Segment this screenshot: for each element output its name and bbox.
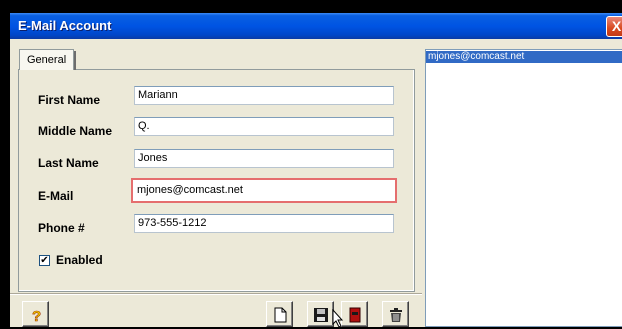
red-book-icon: [349, 307, 361, 323]
email-label: E-Mail: [38, 189, 74, 203]
email-field[interactable]: mjones@comcast.net: [131, 178, 397, 203]
middle-name-field[interactable]: Q.: [134, 117, 394, 136]
account-listbox[interactable]: mjones@comcast.net: [425, 49, 622, 327]
help-button[interactable]: ?: [22, 301, 49, 327]
title-bar[interactable]: E-Mail Account X: [10, 13, 622, 39]
enabled-checkbox[interactable]: ✔: [39, 255, 50, 266]
save-button[interactable]: [307, 301, 334, 327]
window-title: E-Mail Account: [18, 18, 112, 33]
toolbar-separator: [10, 293, 422, 295]
trash-can-icon: [390, 308, 402, 322]
new-record-button[interactable]: [266, 301, 293, 327]
last-name-label: Last Name: [38, 156, 99, 170]
last-name-field[interactable]: Jones: [134, 149, 394, 168]
close-window-button[interactable]: X: [606, 16, 622, 37]
mouse-pointer-icon: [332, 309, 344, 328]
phone-field[interactable]: 973-555-1212: [134, 214, 394, 233]
email-account-window: E-Mail Account X General First Name Mari…: [10, 13, 622, 328]
account-list-item[interactable]: mjones@comcast.net: [426, 51, 622, 63]
close-record-button[interactable]: [341, 301, 368, 327]
first-name-field[interactable]: Mariann: [134, 86, 394, 105]
phone-label: Phone #: [38, 221, 85, 235]
middle-name-label: Middle Name: [38, 124, 113, 138]
enabled-label[interactable]: Enabled: [56, 253, 103, 267]
question-mark-icon: ?: [32, 308, 42, 324]
new-document-icon: [274, 307, 287, 323]
delete-button[interactable]: [382, 301, 409, 327]
first-name-label: First Name: [38, 93, 101, 107]
tab-general[interactable]: General: [19, 49, 77, 70]
svg-text:?: ?: [32, 308, 41, 324]
floppy-disk-icon: [314, 308, 328, 322]
